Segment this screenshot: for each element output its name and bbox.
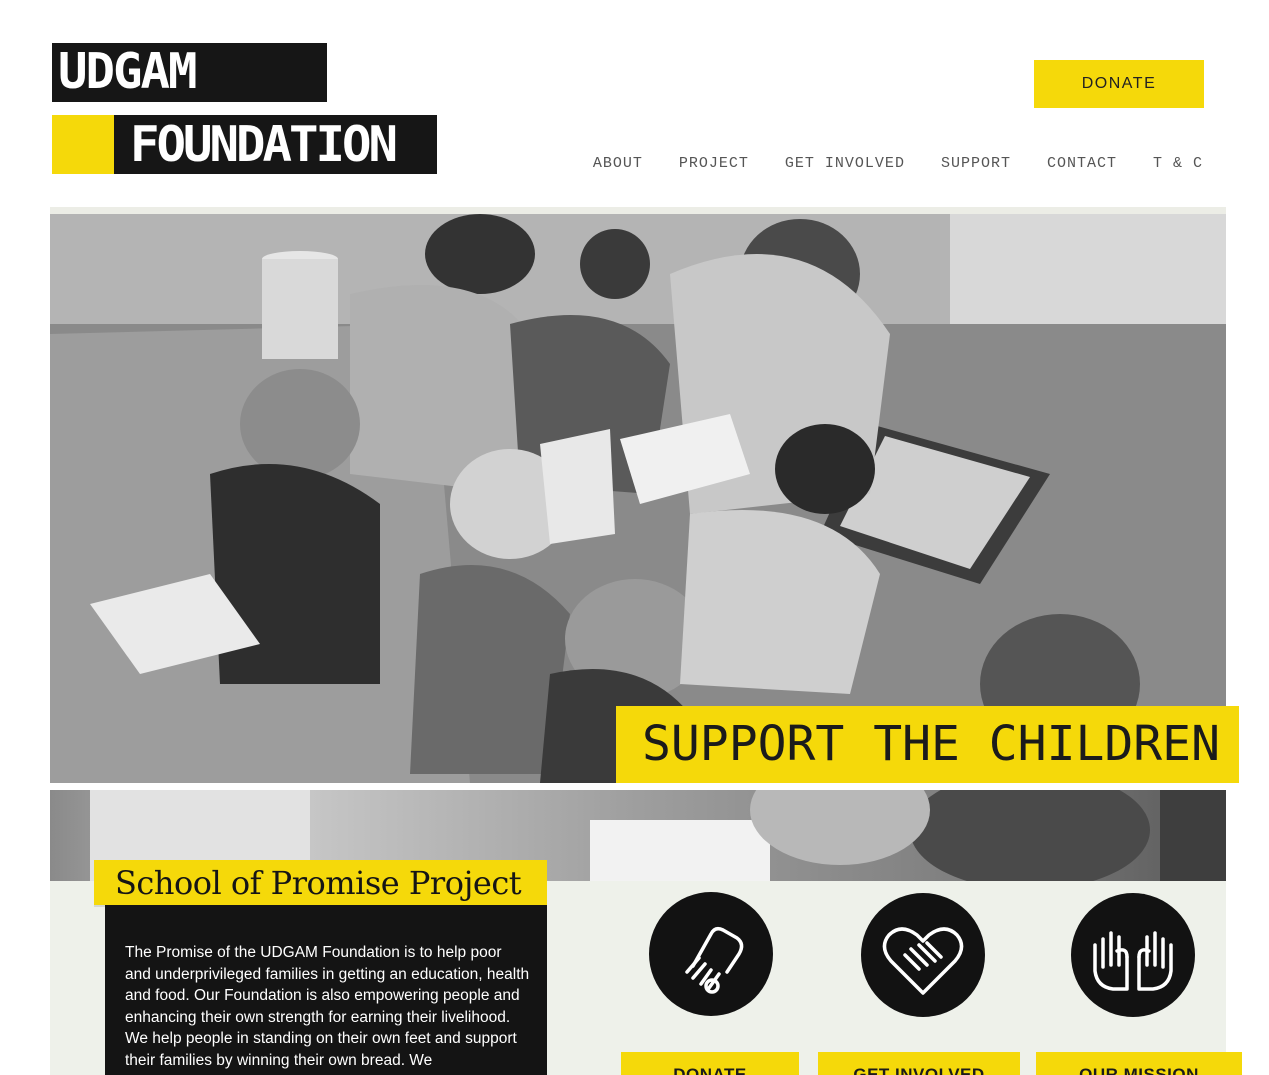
handshake-heart-icon[interactable]: [861, 893, 985, 1017]
logo-line1-text: UDGAM: [58, 43, 198, 100]
nav-terms[interactable]: T & C: [1153, 155, 1203, 172]
open-hands-icon[interactable]: [1071, 893, 1195, 1017]
main-nav: ABOUT PROJECT GET INVOLVED SUPPORT CONTA…: [593, 155, 1203, 172]
promise-title-text: School of Promise Project: [115, 864, 522, 902]
donate-button[interactable]: DONATE: [1034, 60, 1204, 108]
page: UDGAM FOUNDATION DONATE ABOUT PROJECT GE…: [0, 0, 1269, 1075]
logo-udgam[interactable]: UDGAM: [52, 43, 327, 102]
our-mission-button[interactable]: OUR MISSION: [1036, 1052, 1242, 1075]
nav-support[interactable]: SUPPORT: [941, 155, 1011, 172]
nav-project[interactable]: PROJECT: [679, 155, 749, 172]
logo-foundation[interactable]: FOUNDATION: [114, 115, 437, 174]
nav-get-involved[interactable]: GET INVOLVED: [785, 155, 905, 172]
hero-photo: [50, 214, 1226, 783]
hand-coin-icon-graphic: [685, 926, 744, 994]
hand-coin-icon[interactable]: [649, 892, 773, 1016]
hero-banner: SUPPORT THE CHILDREN: [616, 706, 1239, 783]
hero-banner-text: SUPPORT THE CHILDREN: [642, 716, 1220, 772]
hero-photo-illustration: [50, 214, 1226, 783]
promise-description-text: The Promise of the UDGAM Foundation is t…: [125, 944, 530, 1069]
promise-description: The Promise of the UDGAM Foundation is t…: [105, 905, 547, 1075]
nav-contact[interactable]: CONTACT: [1047, 155, 1117, 172]
donate-cta-button[interactable]: DONATE: [621, 1052, 799, 1075]
open-hands-icon-graphic: [1093, 931, 1173, 991]
handshake-heart-icon-graphic: [882, 927, 964, 995]
nav-about[interactable]: ABOUT: [593, 155, 643, 172]
promise-title: School of Promise Project: [94, 860, 547, 905]
logo-accent-block: [52, 115, 114, 174]
get-involved-button[interactable]: GET INVOLVED: [818, 1052, 1020, 1075]
logo-line2-text: FOUNDATION: [130, 116, 398, 173]
